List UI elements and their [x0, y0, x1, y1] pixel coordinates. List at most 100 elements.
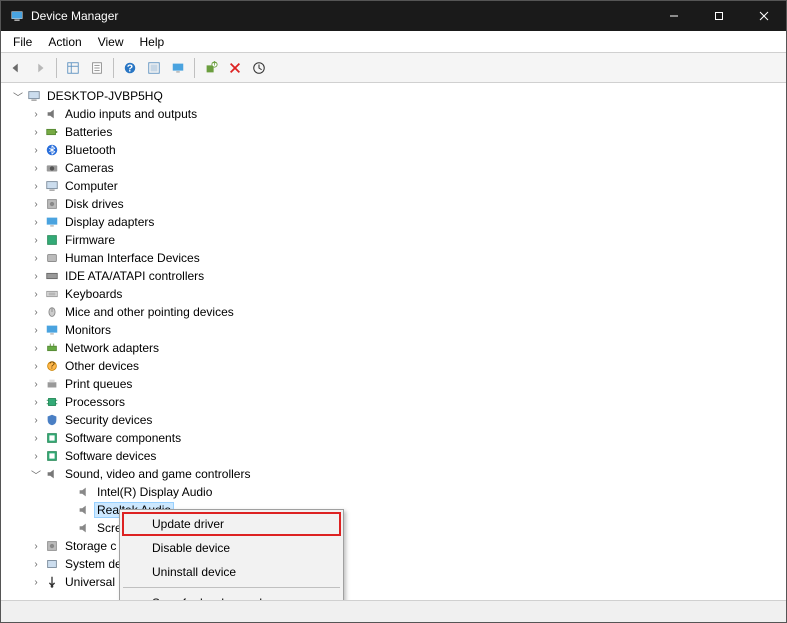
toolbar-separator: [56, 58, 57, 78]
chevron-right-icon[interactable]: ›: [29, 431, 43, 445]
tree-device-label: Intel(R) Display Audio: [95, 485, 214, 499]
tree-root-label: DESKTOP-JVBP5HQ: [45, 89, 165, 103]
tree-category[interactable]: ›Processors: [5, 393, 786, 411]
tree-category-label: Security devices: [63, 413, 154, 427]
tree-category[interactable]: ›Computer: [5, 177, 786, 195]
tree-root[interactable]: ﹀ DESKTOP-JVBP5HQ: [5, 87, 786, 105]
minimize-button[interactable]: [651, 1, 696, 31]
chevron-right-icon[interactable]: ›: [29, 323, 43, 337]
title-bar: Device Manager: [1, 1, 786, 31]
chevron-right-icon[interactable]: ›: [29, 449, 43, 463]
monitor-button[interactable]: [167, 57, 189, 79]
printer-icon: [44, 376, 60, 392]
tree-category[interactable]: ›Monitors: [5, 321, 786, 339]
chevron-right-icon[interactable]: ›: [29, 377, 43, 391]
tree-category[interactable]: ›Disk drives: [5, 195, 786, 213]
tree-category-sound[interactable]: ﹀ Sound, video and game controllers: [5, 465, 786, 483]
chevron-right-icon[interactable]: ›: [29, 395, 43, 409]
chevron-right-icon[interactable]: ›: [29, 413, 43, 427]
tree-category[interactable]: ›Human Interface Devices: [5, 249, 786, 267]
menu-file[interactable]: File: [5, 33, 40, 51]
update-driver-button[interactable]: [248, 57, 270, 79]
chevron-down-icon[interactable]: ﹀: [29, 467, 43, 481]
ctx-disable-device[interactable]: Disable device: [122, 536, 341, 560]
tree-category-label: Print queues: [63, 377, 134, 391]
tree-category[interactable]: ›Mice and other pointing devices: [5, 303, 786, 321]
menu-view[interactable]: View: [90, 33, 132, 51]
window-controls: [651, 1, 786, 31]
ctx-scan-hardware[interactable]: Scan for hardware changes: [122, 591, 341, 600]
tree-category[interactable]: › Software devices: [5, 447, 786, 465]
add-legacy-button[interactable]: +: [200, 57, 222, 79]
tree-category[interactable]: › Network adapters: [5, 339, 786, 357]
chevron-right-icon[interactable]: ›: [29, 269, 43, 283]
battery-icon: [44, 124, 60, 140]
maximize-button[interactable]: [696, 1, 741, 31]
uninstall-button[interactable]: [224, 57, 246, 79]
tree-category[interactable]: › Audio inputs and outputs: [5, 105, 786, 123]
close-button[interactable]: [741, 1, 786, 31]
chevron-right-icon[interactable]: ›: [29, 143, 43, 157]
tree-category[interactable]: › Print queues: [5, 375, 786, 393]
tree-category[interactable]: ›Cameras: [5, 159, 786, 177]
device-manager-window: Device Manager File Action View Help ? +…: [0, 0, 787, 623]
chevron-right-icon[interactable]: ›: [29, 305, 43, 319]
chevron-right-icon[interactable]: ›: [29, 359, 43, 373]
tree-category[interactable]: › Batteries: [5, 123, 786, 141]
speaker-small-icon: [76, 520, 92, 536]
tree-category-label: Display adapters: [63, 215, 156, 229]
computer-icon: [44, 178, 60, 194]
tree-category-label: Universal: [63, 575, 117, 589]
tree-category[interactable]: ›Software components: [5, 429, 786, 447]
menu-help[interactable]: Help: [132, 33, 173, 51]
tree-category[interactable]: ›?Other devices: [5, 357, 786, 375]
ctx-uninstall-device[interactable]: Uninstall device: [122, 560, 341, 584]
hid-icon: [44, 250, 60, 266]
speaker-icon: [44, 466, 60, 482]
chevron-right-icon[interactable]: ›: [29, 125, 43, 139]
speaker-icon: [44, 106, 60, 122]
chevron-right-icon[interactable]: ›: [29, 197, 43, 211]
status-bar: [1, 600, 786, 622]
usb-icon: [44, 574, 60, 590]
properties-button[interactable]: [86, 57, 108, 79]
tree-category-label: Software devices: [63, 449, 158, 463]
chevron-right-icon[interactable]: ›: [29, 287, 43, 301]
tree-category[interactable]: ›Firmware: [5, 231, 786, 249]
chevron-right-icon[interactable]: ›: [29, 575, 43, 589]
tree-device-intel-audio[interactable]: Intel(R) Display Audio: [5, 483, 786, 501]
chevron-right-icon[interactable]: ›: [29, 251, 43, 265]
scan-button[interactable]: [143, 57, 165, 79]
chevron-right-icon[interactable]: ›: [29, 107, 43, 121]
tree-category[interactable]: › Bluetooth: [5, 141, 786, 159]
chevron-right-icon[interactable]: ›: [29, 215, 43, 229]
tree-category-label: Network adapters: [63, 341, 161, 355]
firmware-icon: [44, 232, 60, 248]
chevron-right-icon[interactable]: ›: [29, 341, 43, 355]
toolbar-separator: [194, 58, 195, 78]
mouse-icon: [44, 304, 60, 320]
chevron-right-icon[interactable]: ›: [29, 557, 43, 571]
tree-category[interactable]: ›IDE ATA/ATAPI controllers: [5, 267, 786, 285]
device-tree[interactable]: ﹀ DESKTOP-JVBP5HQ › Audio inputs and outp…: [1, 83, 786, 600]
tree-category-label: Bluetooth: [63, 143, 118, 157]
menu-action[interactable]: Action: [40, 33, 89, 51]
chevron-right-icon[interactable]: ›: [29, 233, 43, 247]
show-hidden-button[interactable]: [62, 57, 84, 79]
chevron-right-icon[interactable]: ›: [29, 161, 43, 175]
tree-category-label: Batteries: [63, 125, 114, 139]
chevron-down-icon[interactable]: ﹀: [11, 89, 25, 103]
context-menu: Update driver Disable device Uninstall d…: [119, 509, 344, 600]
chevron-right-icon[interactable]: ›: [29, 179, 43, 193]
help-button[interactable]: ?: [119, 57, 141, 79]
tree-category[interactable]: ›Keyboards: [5, 285, 786, 303]
back-button[interactable]: [5, 57, 27, 79]
forward-button[interactable]: [29, 57, 51, 79]
tree-category[interactable]: › Security devices: [5, 411, 786, 429]
tree-category-label: Audio inputs and outputs: [63, 107, 199, 121]
bluetooth-icon: [44, 142, 60, 158]
tree-category[interactable]: › Display adapters: [5, 213, 786, 231]
software-icon: [44, 430, 60, 446]
ctx-update-driver[interactable]: Update driver: [122, 512, 341, 536]
chevron-right-icon[interactable]: ›: [29, 539, 43, 553]
